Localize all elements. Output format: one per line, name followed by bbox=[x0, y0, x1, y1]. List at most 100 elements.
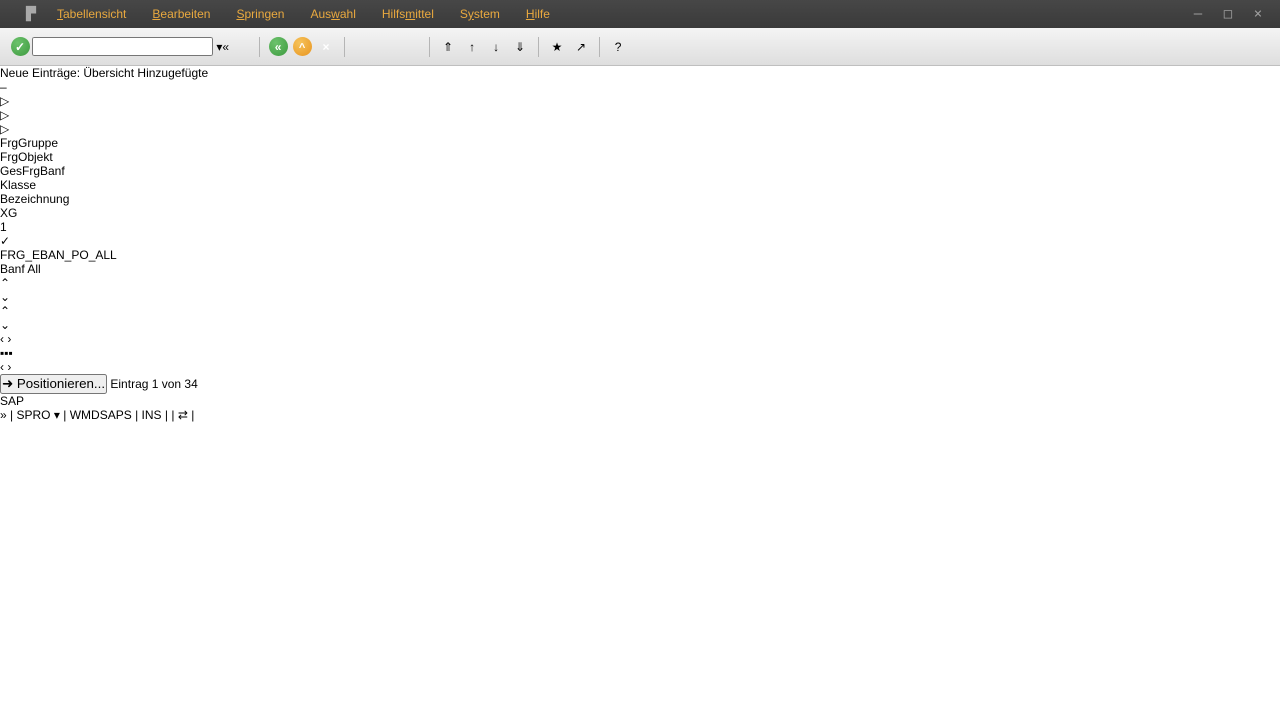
scroll-up-icon[interactable]: ⌃ bbox=[0, 276, 1280, 290]
find-button[interactable] bbox=[375, 35, 399, 59]
position-button-label: Positionieren... bbox=[17, 376, 105, 391]
toolbar-separator bbox=[538, 37, 539, 57]
first-page-button[interactable]: ⇑ bbox=[436, 35, 460, 59]
last-page-button[interactable]: ⇓ bbox=[508, 35, 532, 59]
select-block-icon: ▷ bbox=[0, 108, 9, 122]
column-header-FrgGruppe[interactable]: FrgGruppe bbox=[0, 136, 1280, 150]
column-header-Klasse[interactable]: Klasse bbox=[0, 178, 1280, 192]
cancel-icon: × bbox=[317, 37, 336, 56]
last-page-icon: ⇓ bbox=[515, 40, 525, 54]
collapse-toolbar-icon[interactable]: « bbox=[222, 40, 229, 54]
response-time-icon: ⇄ bbox=[178, 408, 188, 422]
scroll-page-down-icon[interactable]: ⌄ bbox=[0, 318, 1280, 332]
print-button[interactable] bbox=[351, 35, 375, 59]
position-icon: ➜ bbox=[2, 376, 13, 391]
table-control: FrgGruppeFrgObjektGesFrgBanfKlasseBezeic… bbox=[0, 136, 1280, 374]
table-body: XG1✓FRG_EBAN_PO_ALLBanf All bbox=[0, 206, 1280, 276]
status-right: » | SPRO ▾ | WMDSAPS | INS | | ⇄ | bbox=[0, 408, 1280, 422]
scroll-page-up-icon[interactable]: ⌃ bbox=[0, 304, 1280, 318]
scroll-left-icon[interactable]: ‹ bbox=[0, 332, 4, 346]
cell-Klasse[interactable]: FRG_EBAN_PO_ALL bbox=[0, 248, 1280, 262]
entry-status: Eintrag 1 von 34 bbox=[110, 377, 197, 391]
help-icon: ? bbox=[615, 40, 622, 54]
horizontal-scrollbar[interactable]: ‹ › ▪▪▪ ‹ › bbox=[0, 332, 1280, 374]
position-button[interactable]: ➜ Positionieren... bbox=[0, 374, 107, 394]
table-header-row: FrgGruppeFrgObjektGesFrgBanfKlasseBezeic… bbox=[0, 136, 1280, 206]
menu-hilfe[interactable]: Hilfe bbox=[513, 3, 563, 25]
status-overflow-icon[interactable]: » bbox=[0, 408, 7, 422]
column-header-Bezeichnung[interactable]: Bezeichnung bbox=[0, 192, 1280, 206]
help-button[interactable]: ? bbox=[606, 35, 630, 59]
scroll-down-icon[interactable]: ⌄ bbox=[0, 290, 1280, 304]
sap-logo: SAP bbox=[0, 394, 1280, 408]
create-shortcut-button[interactable]: ↗ bbox=[569, 35, 593, 59]
toolbar-separator bbox=[599, 37, 600, 57]
footer-controls: ➜ Positionieren... Eintrag 1 von 34 bbox=[0, 374, 1280, 394]
back-button[interactable]: « bbox=[266, 35, 290, 59]
scroll-left-right-section-icon[interactable]: ‹ bbox=[0, 360, 4, 374]
customize-layout-button[interactable] bbox=[630, 35, 654, 59]
status-transaction-chevron-icon[interactable]: ▾ bbox=[54, 408, 60, 422]
menu-system[interactable]: System bbox=[447, 3, 513, 25]
maximize-button[interactable]: □ bbox=[1220, 6, 1236, 22]
status-transaction[interactable]: SPRO bbox=[17, 408, 51, 422]
scroll-right-icon[interactable]: › bbox=[7, 332, 11, 346]
toolbar-separator bbox=[259, 37, 260, 57]
vertical-scrollbar[interactable]: ⌃ ⌄ ⌃ ⌄ bbox=[0, 276, 1280, 332]
cell-FrgObjekt[interactable]: 1 bbox=[0, 220, 1280, 234]
command-input[interactable] bbox=[32, 37, 213, 56]
status-system: WMDSAPS bbox=[70, 408, 132, 422]
standard-toolbar: ✓ ▾ « « ^ × ⇑ ↑ ↓ ⇓ ★ ↗ ? bbox=[0, 28, 1280, 66]
column-header-FrgObjekt[interactable]: FrgObjekt bbox=[0, 150, 1280, 164]
toolbar-separator bbox=[344, 37, 345, 57]
checkbox-GesFrgBanf[interactable]: ✓ bbox=[0, 234, 10, 248]
new-session-button[interactable]: ★ bbox=[545, 35, 569, 59]
deselect-all-icon: ▷ bbox=[0, 122, 9, 136]
cell-FrgGruppe[interactable]: XG bbox=[0, 206, 1280, 220]
menubar: Tabellensicht Bearbeiten Springen Auswah… bbox=[44, 3, 563, 25]
column-header-GesFrgBanf[interactable]: GesFrgBanf bbox=[0, 164, 1280, 178]
cell-Bezeichnung[interactable]: Banf All bbox=[0, 262, 1280, 276]
enter-button[interactable]: ✓ bbox=[8, 35, 32, 59]
cell-GesFrgBanf[interactable]: ✓ bbox=[0, 234, 1280, 248]
menu-tabellensicht[interactable]: Tabellensicht bbox=[44, 3, 139, 25]
minimize-button[interactable]: – bbox=[1190, 6, 1206, 22]
menu-auswahl[interactable]: Auswahl bbox=[297, 3, 368, 25]
delete-entry-button[interactable]: – bbox=[0, 80, 1280, 94]
titlebar: ▛ Tabellensicht Bearbeiten Springen Ausw… bbox=[0, 0, 1280, 28]
horizontal-scroll-thumb[interactable]: ▪▪▪ bbox=[0, 346, 1280, 360]
exit-button[interactable]: ^ bbox=[290, 35, 314, 59]
exit-icon: ^ bbox=[293, 37, 312, 56]
cancel-button[interactable]: × bbox=[314, 35, 338, 59]
menu-bearbeiten[interactable]: Bearbeiten bbox=[139, 3, 223, 25]
toolbar-separator bbox=[429, 37, 430, 57]
select-block-button[interactable]: ▷ bbox=[0, 108, 1280, 122]
status-bar: SAP » | SPRO ▾ | WMDSAPS | INS | | ⇄ | bbox=[0, 394, 1280, 422]
status-insert-mode[interactable]: INS bbox=[142, 408, 162, 422]
menu-hilfsmittel[interactable]: Hilfsmittel bbox=[369, 3, 447, 25]
close-button[interactable]: × bbox=[1250, 6, 1266, 22]
previous-page-icon: ↑ bbox=[469, 40, 475, 54]
window-controls: – □ × bbox=[1190, 6, 1274, 22]
find-next-button[interactable] bbox=[399, 35, 423, 59]
scroll-right-right-section-icon[interactable]: › bbox=[7, 360, 11, 374]
enter-check-icon: ✓ bbox=[11, 37, 30, 56]
new-session-icon: ★ bbox=[552, 40, 563, 54]
select-all-icon: ▷ bbox=[0, 94, 9, 108]
next-page-icon: ↓ bbox=[493, 40, 499, 54]
previous-page-button[interactable]: ↑ bbox=[460, 35, 484, 59]
title-strip: Neue Einträge: Übersicht Hinzugefügte bbox=[0, 66, 1280, 80]
select-all-button[interactable]: ▷ bbox=[0, 94, 1280, 108]
first-page-icon: ⇑ bbox=[443, 40, 453, 54]
delete-entry-icon: – bbox=[0, 80, 7, 94]
table-row: XG1✓FRG_EBAN_PO_ALLBanf All bbox=[0, 206, 1280, 276]
page-title: Neue Einträge: Übersicht Hinzugefügte bbox=[0, 66, 208, 80]
menu-springen[interactable]: Springen bbox=[223, 3, 297, 25]
deselect-all-button[interactable]: ▷ bbox=[0, 122, 1280, 136]
next-page-button[interactable]: ↓ bbox=[484, 35, 508, 59]
back-icon: « bbox=[269, 37, 288, 56]
save-button[interactable] bbox=[229, 35, 253, 59]
shortcut-icon: ↗ bbox=[576, 40, 586, 54]
system-menu-icon[interactable]: ▛ bbox=[18, 5, 44, 23]
application-toolbar: – ▷ ▷ ▷ bbox=[0, 80, 1280, 136]
